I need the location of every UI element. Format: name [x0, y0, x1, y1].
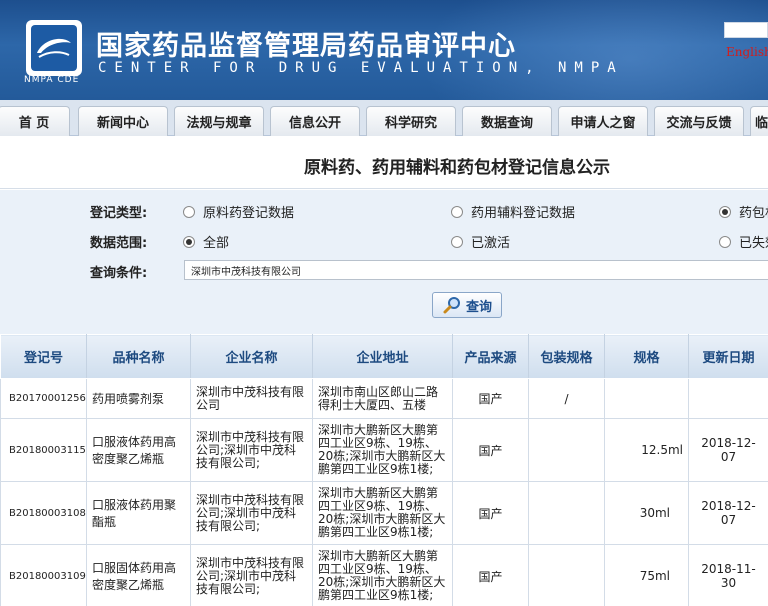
- cell-package: [528, 418, 605, 482]
- nav-item-data-query[interactable]: 数据查询: [462, 106, 552, 136]
- nav-item-clinical[interactable]: 临: [750, 106, 768, 136]
- query-form: 登记类型: 原料药登记数据 药用辅料登记数据 药包材 数据范围: 全部 已激活 …: [0, 190, 768, 334]
- cell-spec: 75ml: [604, 544, 689, 606]
- site-title: 国家药品监督管理局药品审评中心: [96, 31, 516, 62]
- radio-type-excipient[interactable]: 药用辅料登记数据: [451, 202, 575, 221]
- col-header-source[interactable]: 产品来源: [452, 334, 529, 379]
- nav-item-applicant[interactable]: 申请人之窗: [558, 106, 648, 136]
- col-header-enterprise[interactable]: 企业名称: [190, 334, 313, 379]
- site-header: NMPA CDE 国家药品监督管理局药品审评中心 CENTER FOR DRUG…: [0, 0, 768, 100]
- site-subtitle: CENTER FOR DRUG EVALUATION, NMPA: [98, 60, 624, 76]
- cell-enterprise: 深圳市中茂科技有限公司;深圳市中茂科技有限公司;: [190, 481, 313, 545]
- radio-button-icon: [719, 235, 731, 248]
- cell-package: [528, 544, 605, 606]
- radio-label: 药包材: [739, 206, 768, 221]
- english-link[interactable]: English: [726, 45, 768, 59]
- query-button-label: 查询: [465, 299, 492, 315]
- radio-button-icon: [451, 235, 463, 248]
- cell-name: 药用喷雾剂泵: [86, 378, 191, 419]
- header-search-input[interactable]: [724, 22, 768, 38]
- cell-code[interactable]: B20180003115: [0, 418, 87, 482]
- radio-label: 药用辅料登记数据: [471, 206, 576, 221]
- query-label: 查询条件:: [90, 266, 148, 281]
- cell-date: 2018-12-07: [688, 481, 768, 545]
- results-table: 登记号 品种名称 企业名称 企业地址 产品来源 包装规格 规格 更新日期 B20…: [0, 334, 768, 606]
- radio-button-icon: [183, 205, 195, 218]
- cell-name: 口服固体药用高密度聚乙烯瓶: [86, 544, 191, 606]
- cell-date: [688, 378, 768, 419]
- col-header-date[interactable]: 更新日期: [688, 334, 768, 379]
- radio-label: 已激活: [471, 236, 511, 251]
- nav-item-regulations[interactable]: 法规与规章: [174, 106, 264, 136]
- cell-spec: 30ml: [604, 481, 689, 545]
- table-row[interactable]: B20180003108 口服液体药用聚酯瓶 深圳市中茂科技有限公司;深圳市中茂…: [0, 481, 768, 545]
- range-label: 数据范围:: [90, 236, 148, 251]
- cell-name: 口服液体药用高密度聚乙烯瓶: [86, 418, 191, 482]
- nav-item-feedback[interactable]: 交流与反馈: [654, 106, 744, 136]
- magnifier-icon: [443, 297, 460, 314]
- cell-code[interactable]: B20170001256: [0, 378, 87, 419]
- cell-code[interactable]: B20180003108: [0, 481, 87, 545]
- nav-item-home[interactable]: 首 页: [0, 106, 70, 136]
- col-header-name[interactable]: 品种名称: [86, 334, 191, 379]
- radio-label: 全部: [203, 236, 230, 251]
- page-title: 原料药、药用辅料和药包材登记信息公示: [304, 158, 610, 178]
- radio-range-expired[interactable]: 已失效: [719, 232, 768, 251]
- table-header-row: 登记号 品种名称 企业名称 企业地址 产品来源 包装规格 规格 更新日期: [0, 334, 768, 379]
- cell-source: 国产: [452, 418, 529, 482]
- cell-enterprise: 深圳市中茂科技有限公司;深圳市中茂科技有限公司;: [190, 544, 313, 606]
- cell-source: 国产: [452, 378, 529, 419]
- radio-button-icon: [451, 205, 463, 218]
- cell-package: /: [528, 378, 605, 419]
- radio-button-selected-icon: [719, 205, 731, 218]
- radio-label: 原料药登记数据: [203, 206, 295, 221]
- table-row[interactable]: B20180003109 口服固体药用高密度聚乙烯瓶 深圳市中茂科技有限公司;深…: [0, 544, 768, 606]
- logo-caption: NMPA CDE: [24, 75, 80, 85]
- cell-date: 2018-11-30: [688, 544, 768, 606]
- table-row[interactable]: B20170001256 药用喷雾剂泵 深圳市中茂科技有限公司 深圳市南山区郎山…: [0, 378, 768, 419]
- query-button[interactable]: 查询: [432, 292, 502, 318]
- cell-enterprise: 深圳市中茂科技有限公司;深圳市中茂科技有限公司;: [190, 418, 313, 482]
- col-header-address[interactable]: 企业地址: [312, 334, 453, 379]
- radio-type-api[interactable]: 原料药登记数据: [183, 202, 294, 221]
- nav-item-disclosure[interactable]: 信息公开: [270, 106, 360, 136]
- cell-source: 国产: [452, 544, 529, 606]
- nav-item-research[interactable]: 科学研究: [366, 106, 456, 136]
- logo-emblem-icon: [31, 25, 77, 71]
- radio-range-all[interactable]: 全部: [183, 232, 229, 251]
- radio-range-active[interactable]: 已激活: [451, 232, 510, 251]
- type-label: 登记类型:: [90, 206, 148, 221]
- col-header-spec[interactable]: 规格: [604, 334, 689, 379]
- cell-name: 口服液体药用聚酯瓶: [86, 481, 191, 545]
- nav-item-news[interactable]: 新闻中心: [78, 106, 168, 136]
- cell-date: 2018-12-07: [688, 418, 768, 482]
- cell-enterprise: 深圳市中茂科技有限公司: [190, 378, 313, 419]
- col-header-package[interactable]: 包装规格: [528, 334, 605, 379]
- page-title-bar: 原料药、药用辅料和药包材登记信息公示: [0, 137, 768, 189]
- cell-source: 国产: [452, 481, 529, 545]
- cell-package: [528, 481, 605, 545]
- nmpa-logo[interactable]: [26, 20, 82, 76]
- radio-label: 已失效: [739, 236, 768, 251]
- main-nav: 首 页 新闻中心 法规与规章 信息公开 科学研究 数据查询 申请人之窗 交流与反…: [0, 100, 768, 136]
- cell-spec: 12.5ml: [604, 418, 689, 482]
- cell-address: 深圳市大鹏新区大鹏第四工业区9栋、19栋、20栋;深圳市大鹏新区大鹏第四工业区9…: [312, 481, 453, 545]
- col-header-code[interactable]: 登记号: [0, 334, 87, 379]
- table-row[interactable]: B20180003115 口服液体药用高密度聚乙烯瓶 深圳市中茂科技有限公司;深…: [0, 418, 768, 482]
- radio-type-packaging[interactable]: 药包材: [719, 202, 768, 221]
- cell-address: 深圳市大鹏新区大鹏第四工业区9栋、19栋、20栋;深圳市大鹏新区大鹏第四工业区9…: [312, 418, 453, 482]
- cell-code[interactable]: B20180003109: [0, 544, 87, 606]
- query-input[interactable]: 深圳市中茂科技有限公司: [184, 260, 768, 280]
- radio-button-selected-icon: [183, 235, 195, 248]
- cell-address: 深圳市大鹏新区大鹏第四工业区9栋、19栋、20栋;深圳市大鹏新区大鹏第四工业区9…: [312, 544, 453, 606]
- cell-spec: [604, 378, 689, 419]
- cell-address: 深圳市南山区郎山二路得利士大厦四、五楼: [312, 378, 453, 419]
